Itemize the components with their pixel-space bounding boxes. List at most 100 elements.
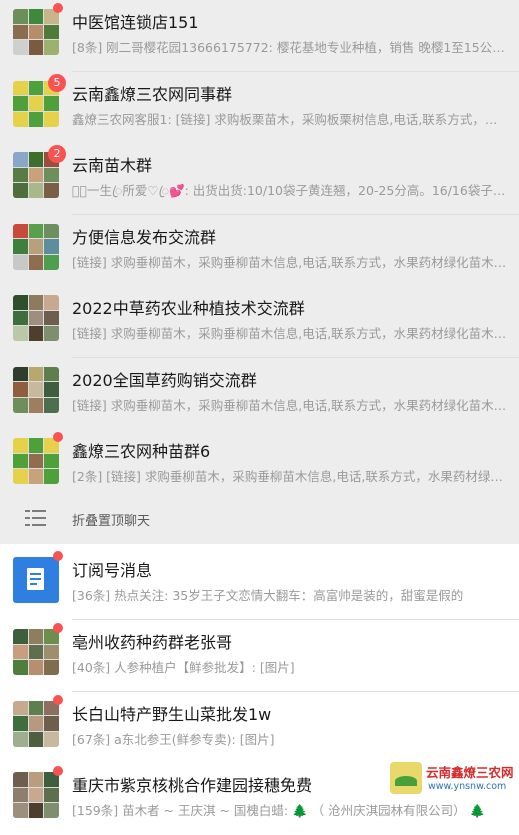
watermark-logo (390, 762, 422, 794)
chat-title: 2022中草药农业种植技术交流群 (72, 299, 305, 318)
list-icon-line (25, 510, 30, 512)
avatar-tile (28, 469, 44, 484)
document-icon (27, 568, 44, 590)
avatar-tile (28, 629, 44, 644)
avatar-tile (28, 366, 44, 382)
avatar-tile (44, 223, 59, 239)
chat-preview: [8条] 刚二哥樱花园13666175772: 樱花基地专业种植，销售 晚樱1至… (72, 40, 512, 55)
chat-title: 中医馆连锁店151 (72, 13, 199, 32)
avatar-tile (28, 700, 44, 716)
chat-preview: [40条] 人参种植户【鲜参批发】: [图片] (72, 660, 295, 675)
avatar-tile (13, 382, 28, 397)
chat-title: 长白山特产野生山菜批发1w (72, 704, 272, 724)
unread-dot (53, 551, 63, 561)
list-icon-line (25, 524, 30, 526)
chat-row[interactable]: 方便信息发布交流群 [链接] 求购垂柳苗木，采购垂柳苗木信息,电话,联系方式，水果… (0, 214, 519, 287)
avatar-tile (28, 382, 44, 397)
chat-row[interactable]: 2 云南苗木群 𝓜ꦿ一生ꦿ所爱♡ꦿ💕: 出货出货:10/10袋子黄连翘，20-25分… (0, 143, 519, 215)
chat-title: 重庆市紫京核桃合作建园接穗免费 (72, 776, 313, 795)
avatar-tile (44, 111, 59, 127)
chat-row[interactable]: 2020全国草药购销交流群 [链接] 求购垂柳苗木，采购垂柳苗木信息,电话,联系方… (0, 357, 519, 430)
group-avatar (13, 295, 59, 341)
avatar-tile (44, 167, 59, 183)
chat-row[interactable]: 5 云南鑫燎三农网同事群 鑫燎三农网客服1: [链接] 求购板栗苗木，采购板栗树信息… (0, 71, 519, 144)
avatar-tile (28, 96, 44, 111)
avatar-tile (13, 239, 28, 254)
group-avatar (13, 772, 59, 818)
avatar-tile (13, 183, 28, 198)
avatar-tile (44, 366, 59, 382)
avatar-tile (13, 326, 28, 341)
unread-dot (53, 766, 63, 776)
avatar-tile (44, 397, 59, 413)
avatar-tile (13, 660, 28, 675)
unread-dot (53, 694, 63, 705)
avatar-tile (13, 223, 28, 239)
watermark-url: www.ynsnw.com (428, 781, 507, 792)
avatar-tile (44, 96, 59, 111)
avatar-tile (13, 111, 28, 127)
avatar-tile (44, 716, 59, 731)
avatar-tile (28, 326, 44, 341)
chat-row[interactable]: 中医馆连锁店151 [8条] 刚二哥樱花园13666175772: 樱花基地专业种… (0, 0, 519, 72)
chat-row[interactable]: 长白山特产野生山菜批发1w [67条] a东北参王(鲜参专卖): [图片] (0, 691, 519, 764)
avatar-tile (28, 254, 44, 270)
group-avatar (13, 9, 59, 55)
avatar-tile (28, 239, 44, 254)
document-line (30, 573, 41, 575)
document-line (30, 578, 41, 580)
avatar-tile (13, 254, 28, 270)
avatar-tile (28, 183, 44, 198)
avatar-tile (13, 700, 28, 716)
avatar-tile (44, 310, 59, 326)
avatar-tile (44, 239, 59, 254)
chat-preview: [链接] 求购垂柳苗木，采购垂柳苗木信息,电话,联系方式，水果药材绿化苗木… (72, 397, 507, 413)
avatar-tile (13, 24, 28, 40)
avatar-tile (13, 469, 28, 484)
chat-row[interactable]: 鑫燎三农网种苗群6 [2条] [链接] 求购垂柳苗木，采购垂柳苗木信息,电话,联系… (0, 429, 519, 501)
chat-row[interactable]: 2022中草药农业种植技术交流群 [链接] 求购垂柳苗木，采购垂柳苗木信息,电话,… (0, 286, 519, 358)
chat-preview: [链接] 求购垂柳苗木，采购垂柳苗木信息,电话,联系方式，水果药材绿化苗木… (72, 254, 507, 270)
avatar-tile (13, 80, 28, 96)
group-avatar (13, 700, 59, 747)
chat-preview: [36条] 热点关注: 35岁王子文恋情大翻车：高富帅是装的，甜蜜是假的 (72, 588, 464, 603)
list-icon (24, 510, 46, 526)
avatar-tile (13, 167, 28, 183)
avatar-tile (28, 223, 44, 239)
list-icon-line (32, 524, 46, 526)
fold-pinned-chats[interactable]: 折叠置顶聊天 (0, 494, 519, 544)
avatar-tile (44, 731, 59, 747)
avatar-tile (28, 152, 44, 167)
avatar-tile (13, 96, 28, 111)
chat-row[interactable]: 亳州收药种药群老张哥 [40条] 人参种植户【鲜参批发】: [图片] (0, 620, 519, 692)
avatar-tile (13, 803, 28, 818)
avatar-tile (28, 167, 44, 183)
avatar-tile (28, 9, 44, 24)
avatar-tile (13, 787, 28, 803)
subscription-icon (13, 557, 59, 603)
group-avatar (13, 629, 59, 675)
avatar-tile (13, 366, 28, 382)
avatar-tile (13, 772, 28, 787)
avatar-tile (13, 152, 28, 167)
avatar-tile (44, 326, 59, 341)
avatar-tile (44, 644, 59, 660)
avatar-tile (44, 453, 59, 469)
watermark: 云南鑫燎三农网 www.ynsnw.com (390, 762, 516, 802)
chat-title: 云南苗木群 (72, 156, 153, 175)
avatar-tile (13, 9, 28, 24)
avatar-tile (28, 24, 44, 40)
chat-row[interactable]: 订阅号消息 [36条] 热点关注: 35岁王子文恋情大翻车：高富帅是装的，甜蜜是假… (0, 548, 519, 620)
avatar-tile (28, 310, 44, 326)
chat-preview: [159条] 苗木者 ~ 王庆淇 ~ 国槐白蜡: 🌲 （ 沧州庆淇园林有限公司）… (72, 803, 486, 818)
avatar-tile (44, 803, 59, 818)
list-icon-line (25, 517, 30, 519)
avatar-tile (13, 40, 28, 55)
avatar-tile (44, 382, 59, 397)
avatar-tile (28, 111, 44, 127)
group-avatar (13, 438, 59, 484)
chat-title: 亳州收药种药群老张哥 (72, 633, 233, 652)
unread-dot (53, 432, 63, 442)
unread-badge: 5 (48, 73, 66, 92)
unread-badge: 2 (48, 145, 66, 163)
